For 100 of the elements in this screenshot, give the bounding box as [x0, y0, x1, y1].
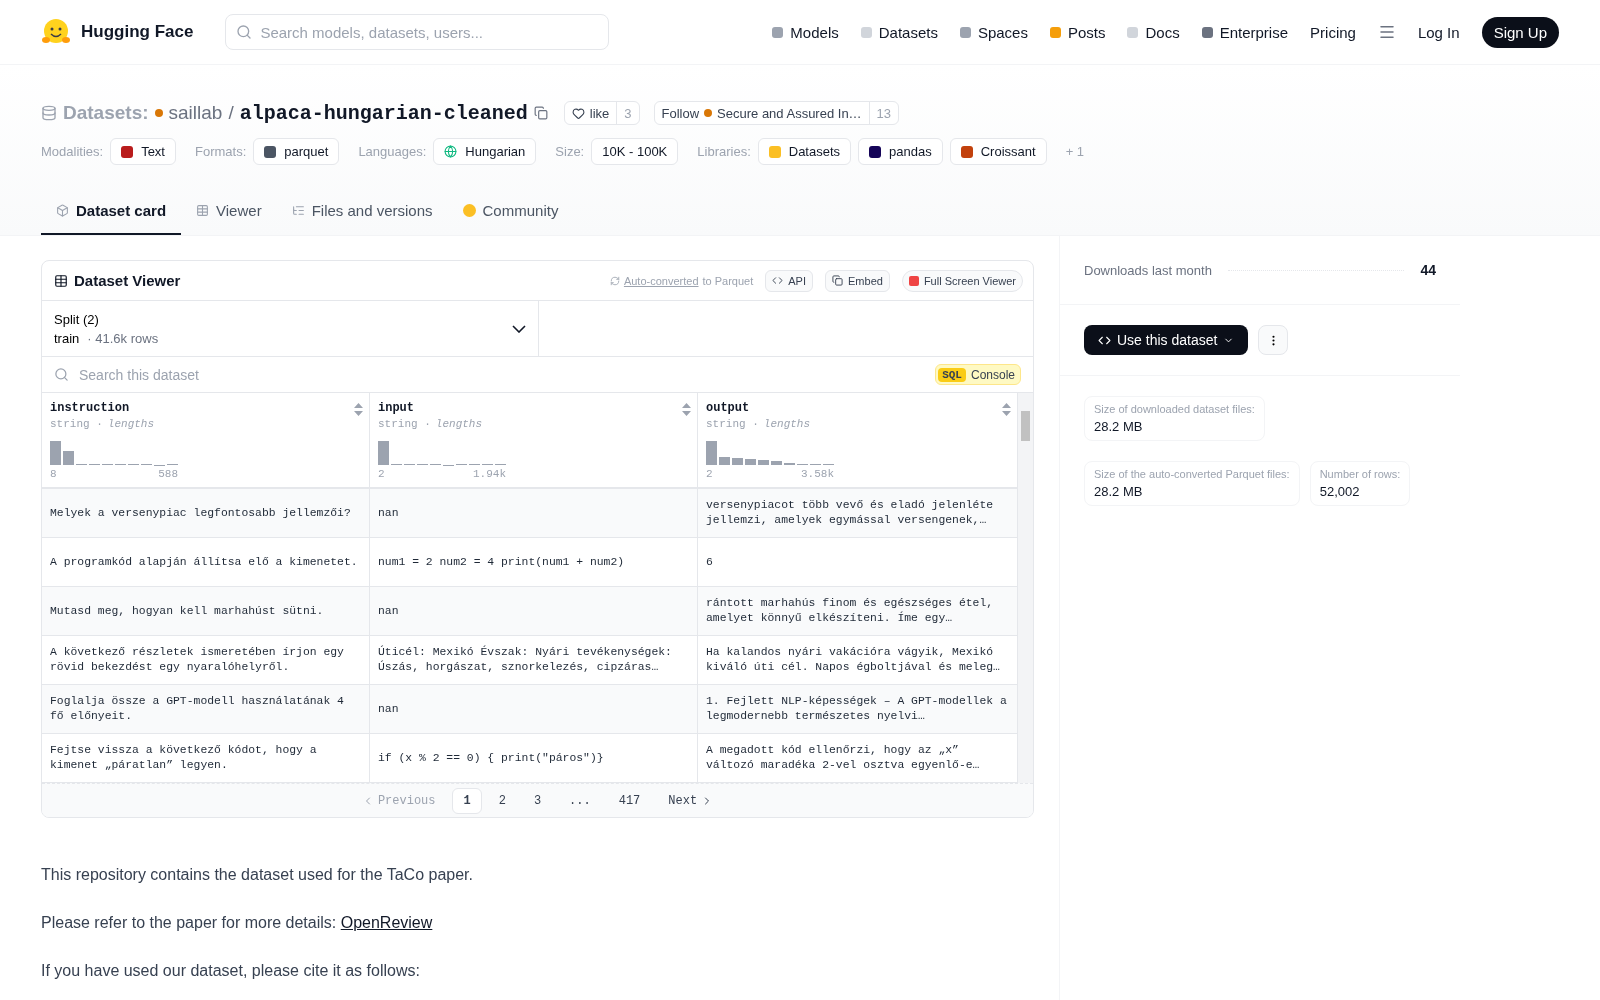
tag[interactable]: Text	[110, 138, 176, 165]
page-button[interactable]: 417	[607, 787, 652, 814]
column-type: string ·	[50, 418, 103, 430]
tag[interactable]: parquet	[253, 138, 340, 165]
column-stat: lengths	[435, 418, 483, 430]
tag[interactable]: 10K - 100K	[591, 138, 679, 165]
nav-link[interactable]: Models	[772, 23, 839, 41]
column-stat: lengths	[763, 418, 811, 430]
nav-link[interactable]: Docs	[1127, 23, 1180, 41]
table-cell: A következő részletek ismeretében írjon egy rövid bekezdést egy nyaralóhelyről.	[42, 636, 370, 685]
tag[interactable]: pandas	[858, 138, 943, 165]
like-button[interactable]: like 3	[563, 101, 640, 125]
repo-name[interactable]: alpaca-hungarian-cleaned	[239, 101, 528, 125]
sort-icon	[1002, 403, 1011, 416]
globe-icon	[444, 145, 458, 158]
column-name: input	[378, 401, 414, 415]
panel-title: Dataset Viewer	[74, 272, 181, 289]
split-name: train	[54, 330, 80, 346]
path-separator: /	[228, 102, 234, 124]
table-cell: 1. Fejlett NLP-képességek – A GPT-modellek a legmodernebb természetes nyelvi…	[698, 685, 1018, 734]
table-cell: Fejtse vissza a következő kódot, hogy a kimenet „páratlan” legyen.	[42, 734, 370, 783]
tab[interactable]: Files and versions	[276, 187, 448, 235]
sort-icon	[354, 403, 363, 416]
site-name[interactable]: Hugging Face	[81, 22, 194, 42]
follow-button[interactable]: Follow Secure and Assured In… 13	[653, 101, 900, 125]
nav-link[interactable]: Pricing	[1310, 23, 1356, 41]
next-button[interactable]: Next	[657, 787, 725, 814]
table-cell: Melyek a versenypiac legfontosabb jellemzői?	[42, 489, 370, 538]
page-button[interactable]: 1	[452, 787, 482, 814]
table-cell: A megadott kód ellenőrzi, hogy az „x” változó maradéka 2-vel osztva egyenlő-e…	[698, 734, 1018, 783]
stat-label: Number of rows:	[1319, 468, 1401, 480]
copy-icon	[832, 275, 843, 286]
toolbar-button[interactable]: API	[765, 269, 813, 292]
downloads-count: 44	[1420, 262, 1436, 278]
split-label: Split (2)	[54, 311, 100, 327]
nav-link[interactable]: Datasets	[860, 23, 938, 41]
placeholder: Search models, datasets, users...	[260, 23, 483, 41]
axis-label: 8	[50, 468, 57, 480]
nav-link[interactable]: Enterprise	[1201, 23, 1289, 41]
cube-icon	[56, 203, 69, 217]
sort-icon	[682, 403, 691, 416]
table-cell: if (x % 2 == 0) { print("páros")}	[370, 734, 698, 783]
axis-label: 3.58k	[801, 468, 834, 480]
row-count: · 41.6k rows	[87, 330, 159, 346]
caption: to Parquet	[702, 274, 754, 287]
smiley-logo-icon[interactable]	[41, 18, 71, 46]
search-field[interactable]: Search this dataset SQL Console	[42, 357, 1033, 393]
stat-value: 52,002	[1319, 484, 1361, 499]
paragraph: If you have used our dataset, please cite it as follows:	[41, 962, 421, 980]
paragraph: This repository contains the dataset used for the TaCo paper.	[41, 866, 474, 884]
tag-label: Formats:	[195, 144, 247, 159]
column-type: string ·	[378, 418, 431, 430]
menu-icon[interactable]	[1377, 23, 1396, 41]
use-dataset-button[interactable]: Use this dataset	[1084, 325, 1249, 355]
axis-label: 2	[706, 468, 713, 480]
code-icon	[772, 275, 784, 286]
refresh-icon	[609, 275, 620, 286]
copy-icon[interactable]	[533, 106, 548, 120]
tag[interactable]: Croissant	[949, 138, 1047, 165]
login-link[interactable]: Log In	[1417, 23, 1460, 41]
tag[interactable]: Datasets	[757, 138, 852, 165]
table-cell: nan	[370, 685, 698, 734]
tag[interactable]: Hungarian	[433, 138, 537, 165]
stat-label: Size of downloaded dataset files:	[1094, 403, 1255, 415]
openreview-link[interactable]: OpenReview	[340, 914, 433, 931]
paragraph: Please refer to the paper for more details: OpenReview	[41, 914, 434, 932]
tab[interactable]: Dataset card	[41, 187, 182, 235]
owner-link[interactable]: saillab	[168, 102, 223, 124]
tab[interactable]: Community	[447, 187, 574, 235]
column-stat: lengths	[107, 418, 155, 430]
table-cell: Ha kalandos nyári vakációra vágyik, Mexikó kiváló úti cél. Napos égboltjával és meleg…	[698, 636, 1018, 685]
signup-button[interactable]: Sign Up	[1481, 16, 1559, 48]
table-cell: Úticél: Mexikó Évszak: Nyári tevékenységek: Úszás, horgászat, sznorkelezés, cipzáras…	[370, 636, 698, 685]
nav-link[interactable]: Spaces	[959, 23, 1028, 41]
column-name: instruction	[50, 401, 130, 415]
table-cell: rántott marhahús finom és egészséges étel, amelyet könnyű elkészíteni. Íme egy…	[698, 587, 1018, 636]
table-cell: num1 = 2 num2 = 4 print(num1 + num2)	[370, 538, 698, 587]
sql-console-button[interactable]: SQL Console	[935, 364, 1021, 385]
database-icon	[41, 105, 57, 121]
page-button[interactable]: ...	[558, 787, 602, 814]
table-cell: Mutasd meg, hogyan kell marhahúst sütni.	[42, 587, 370, 636]
repo-type: Datasets:	[63, 102, 149, 124]
axis-label: 588	[158, 468, 178, 480]
stat-value: 28.2 MB	[1094, 419, 1144, 434]
placeholder: Search this dataset	[79, 366, 199, 383]
toolbar-button[interactable]: Full Screen Viewer	[901, 269, 1023, 292]
search-icon	[236, 24, 253, 40]
page-button[interactable]: 2	[487, 787, 517, 814]
nav-link[interactable]: Posts	[1049, 23, 1106, 41]
stat-value: 28.2 MB	[1094, 484, 1144, 499]
toolbar-button[interactable]: Embed	[825, 269, 890, 292]
tab[interactable]: Viewer	[181, 187, 277, 235]
column-name: output	[706, 401, 750, 415]
avatar-icon	[154, 109, 163, 117]
search-icon	[54, 367, 69, 382]
table-cell: 6	[698, 538, 1018, 587]
column-type: string ·	[706, 418, 759, 430]
axis-label: 2	[378, 468, 385, 480]
page-button[interactable]: 3	[522, 787, 553, 814]
heart-icon	[571, 106, 585, 120]
